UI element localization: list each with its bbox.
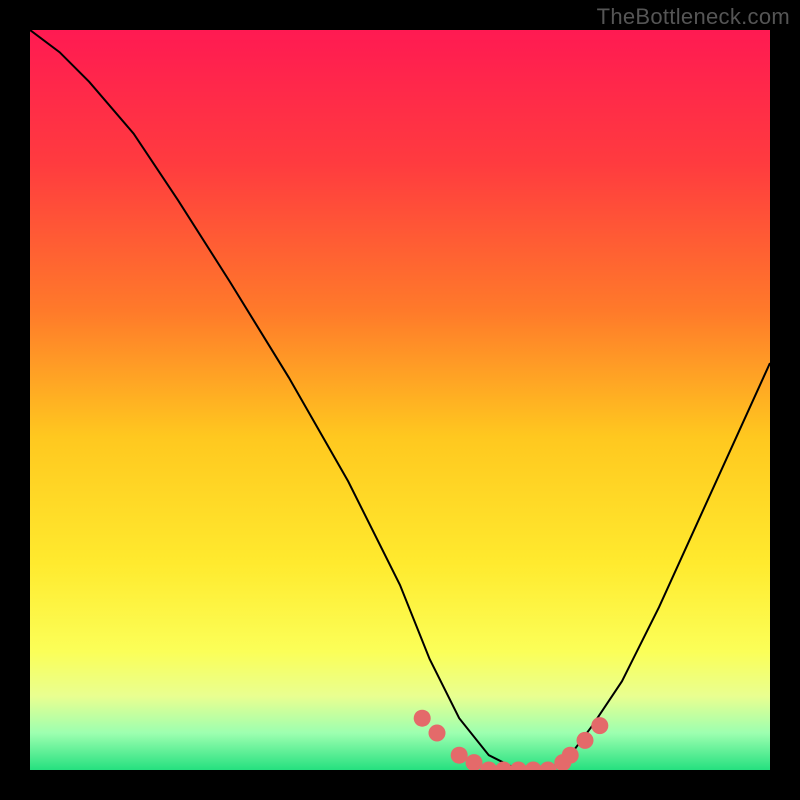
highlight-dot — [576, 732, 593, 749]
highlight-dot — [451, 747, 468, 764]
highlight-dot — [428, 724, 445, 741]
highlight-dot — [562, 747, 579, 764]
plot-area — [30, 30, 770, 770]
highlight-dot — [591, 717, 608, 734]
watermark-text: TheBottleneck.com — [597, 4, 790, 30]
highlight-dot — [414, 710, 431, 727]
chart-svg — [30, 30, 770, 770]
gradient-background — [30, 30, 770, 770]
chart-frame: TheBottleneck.com — [0, 0, 800, 800]
